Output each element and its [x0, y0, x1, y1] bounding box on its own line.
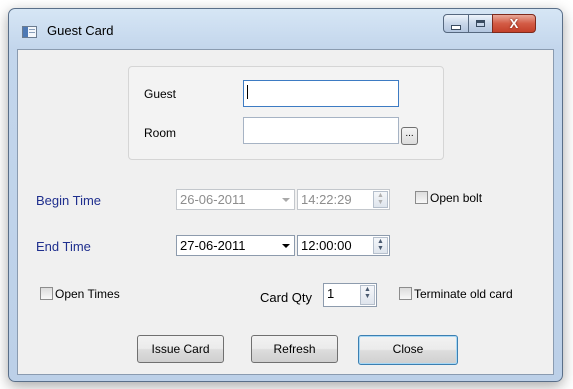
- close-window-button[interactable]: X: [492, 14, 536, 33]
- spinner-icon[interactable]: ▲ ▼: [360, 285, 375, 305]
- text-caret: [247, 85, 248, 99]
- open-times-checkbox[interactable]: [40, 287, 53, 300]
- open-times-label: Open Times: [55, 287, 120, 301]
- maximize-button[interactable]: [468, 14, 493, 33]
- end-time-picker[interactable]: 12:00:00 ▲ ▼: [297, 235, 390, 256]
- close-icon: X: [509, 16, 519, 31]
- minimize-button[interactable]: [443, 14, 469, 33]
- chevron-down-icon[interactable]: [282, 244, 290, 248]
- minimize-icon: [451, 24, 461, 30]
- begin-time-label: Begin Time: [36, 193, 102, 208]
- issue-card-button[interactable]: Issue Card: [137, 335, 224, 363]
- room-browse-button[interactable]: ...: [401, 127, 418, 145]
- chevron-down-icon: [282, 198, 290, 202]
- begin-date-picker: 26-06-2011: [176, 189, 295, 210]
- room-label: Room: [144, 126, 177, 140]
- end-date-picker[interactable]: 27-06-2011: [176, 235, 295, 256]
- end-time-label: End Time: [36, 239, 91, 254]
- app-icon: [22, 26, 37, 38]
- terminate-old-card-checkbox[interactable]: [399, 287, 412, 300]
- title-bar[interactable]: Guest Card X: [9, 9, 562, 49]
- begin-time-picker: 14:22:29 ▲ ▼: [297, 189, 390, 210]
- client-area: Guest Room ... Begin Time 26-06-2011 14:…: [17, 49, 554, 375]
- close-button[interactable]: Close: [358, 335, 458, 365]
- guest-card-window: Guest Card X Guest Room ... Begin Time 2…: [8, 8, 563, 382]
- room-input[interactable]: [243, 117, 399, 144]
- guest-label: Guest: [144, 87, 177, 101]
- card-qty-label: Card Qty: [260, 290, 313, 305]
- card-qty-stepper[interactable]: 1 ▲ ▼: [323, 283, 377, 307]
- terminate-old-card-label: Terminate old card: [414, 287, 513, 301]
- open-bolt-checkbox[interactable]: [415, 191, 428, 204]
- guest-room-group: Guest Room ...: [128, 66, 444, 160]
- refresh-button[interactable]: Refresh: [251, 335, 338, 363]
- spinner-icon: ▲ ▼: [373, 191, 388, 208]
- maximize-icon: [476, 20, 485, 27]
- open-bolt-label: Open bolt: [430, 191, 483, 205]
- guest-input[interactable]: [243, 80, 399, 107]
- window-title: Guest Card: [47, 23, 114, 38]
- spinner-icon[interactable]: ▲ ▼: [373, 237, 388, 254]
